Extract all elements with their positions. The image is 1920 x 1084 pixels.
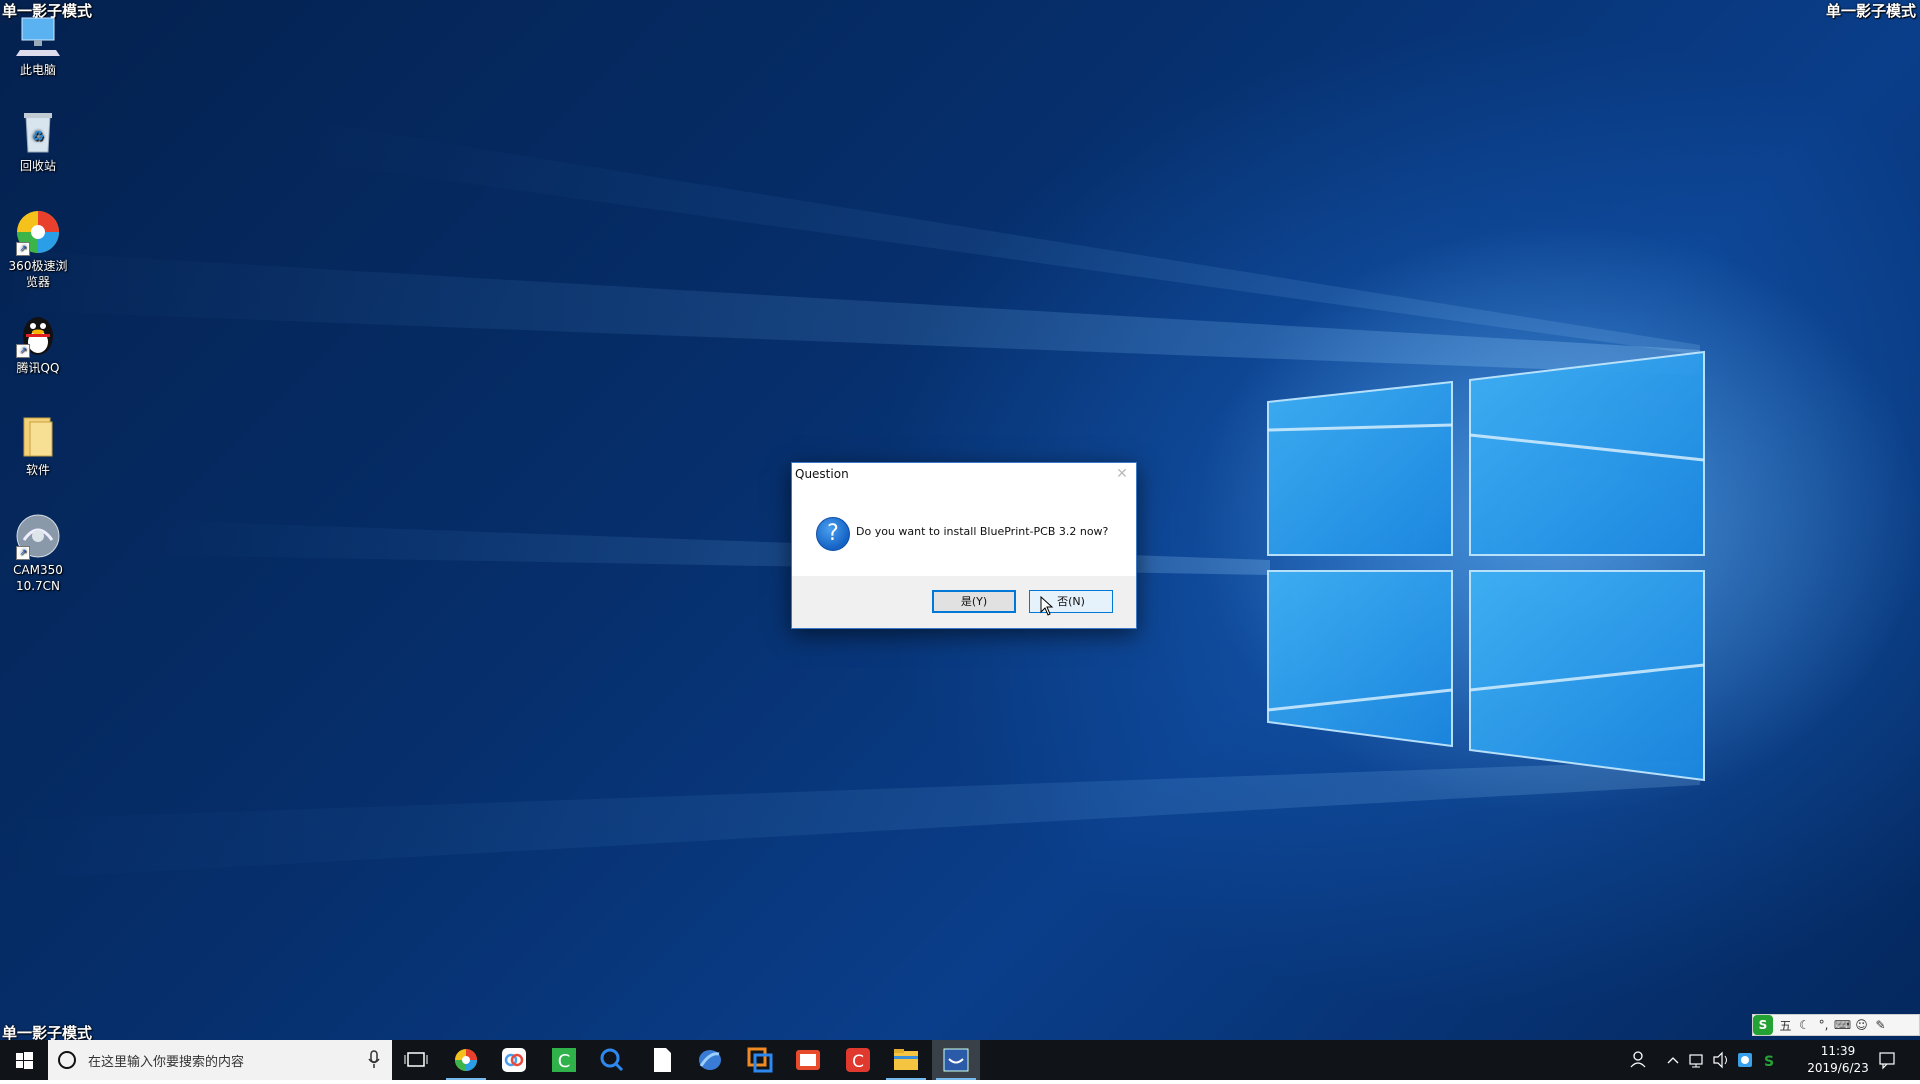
dialog-title: Question [795,467,849,481]
taskbar-app-red[interactable]: C [834,1040,882,1080]
dialog-message: Do you want to install BluePrint-PCB 3.2… [856,525,1109,538]
taskbar-app-camtasia[interactable]: C [540,1040,588,1080]
recycle-bin-icon: ♻ [14,108,62,156]
folder-icon [894,1049,918,1070]
taskbar-app-file-explorer[interactable] [882,1040,930,1080]
desktop-icon-label: 360极速浏览器 [8,259,68,289]
windows-logo-icon [16,1052,33,1069]
search-placeholder: 在这里输入你要搜索的内容 [88,1055,245,1070]
keyboard-icon[interactable]: ⌨ [1833,1018,1852,1032]
svg-text:S: S [1764,1054,1774,1070]
taskbar-app-document[interactable] [638,1040,686,1080]
watermark-top-right: 单一影子模式 [1825,2,1916,20]
action-center-button[interactable] [1872,1040,1902,1080]
microphone-icon[interactable] [368,1050,380,1070]
punctuation-icon[interactable]: °, [1814,1018,1833,1032]
desktop-icon-label: 腾讯QQ [16,361,60,375]
app-orange-icon [747,1047,773,1073]
user-icon[interactable]: ☺ [1852,1018,1871,1032]
sogou-logo-icon[interactable]: S [1753,1015,1773,1035]
clock-date: 2019/6/23 [1807,1061,1869,1075]
dialog-body: ? Do you want to install BluePrint-PCB 3… [792,487,1136,582]
desktop-icon-label: CAM350 10.7CN [13,563,63,593]
task-view-icon [404,1052,428,1067]
taskbar-app-360-browser[interactable] [442,1040,490,1080]
desktop-icon-cam350[interactable]: ↗ CAM350 10.7CN [4,512,72,594]
yes-button[interactable]: 是(Y) [932,590,1016,613]
clock-time: 11:39 [1820,1044,1856,1058]
folder-icon [14,412,62,460]
tray-app-icon [1738,1053,1752,1067]
baidu-netdisk-icon [502,1048,526,1072]
desktop-icon-label: 此电脑 [19,63,56,77]
sogou-ime-button[interactable]: S [1758,1040,1780,1080]
shortcut-arrow-icon: ↗ [16,242,30,256]
task-view-button[interactable] [392,1040,440,1080]
ime-toolbar[interactable]: S 五 ☾ °, ⌨ ☺ ✎ [1752,1014,1920,1036]
svg-text:♻: ♻ [32,129,45,145]
chevron-up-icon [1667,1057,1679,1064]
people-button[interactable] [1624,1040,1654,1080]
taskbar-search-box[interactable]: 在这里输入你要搜索的内容 [48,1040,392,1080]
half-width-icon[interactable]: ☾ [1795,1018,1814,1032]
app-blue-icon [699,1050,721,1070]
desktop-icon-label: 回收站 [19,159,56,173]
taskbar-app-baidu-netdisk[interactable] [490,1040,538,1080]
notification-icon [1879,1052,1895,1070]
desktop-icon-360-browser[interactable]: ↗ 360极速浏览器 [4,208,72,290]
desktop-icon-label: 软件 [25,463,50,477]
tools-icon[interactable]: ✎ [1871,1018,1890,1032]
360-browser-icon: ↗ [14,208,62,256]
taskbar-app-orange[interactable] [736,1040,784,1080]
camtasia-icon: C [552,1048,576,1072]
volume-icon [1713,1051,1727,1069]
shortcut-arrow-icon: ↗ [16,546,30,560]
desktop-icon-qq[interactable]: ↗ 腾讯QQ [4,310,72,376]
volume-button[interactable] [1710,1040,1732,1080]
wubi-mode-icon[interactable]: 五 [1776,1017,1795,1034]
search-tool-icon [600,1048,624,1072]
installer-icon [943,1048,969,1072]
svg-text:C: C [852,1052,864,1072]
dialog-titlebar[interactable]: Question ✕ [792,463,1136,487]
svg-text:C: C [558,1051,571,1072]
people-icon [1630,1051,1646,1068]
clock[interactable]: 11:39 2019/6/23 [1798,1043,1878,1077]
taskbar-app-installer[interactable] [932,1040,980,1080]
network-button[interactable] [1686,1040,1708,1080]
dialog-footer: 是(Y) 否(N) [792,576,1136,628]
close-icon[interactable]: ✕ [1114,465,1130,483]
qq-icon: ↗ [14,310,62,358]
question-icon: ? [816,517,850,551]
taskbar: 在这里输入你要搜索的内容 C C S 11:39 2019/6/23 [0,1040,1920,1080]
tray-app-button[interactable] [1734,1040,1756,1080]
app-red-orange-icon [796,1050,820,1070]
desktop-icon-recycle-bin[interactable]: ♻ 回收站 [4,108,72,174]
mouse-cursor-icon [1040,596,1054,616]
app-red-icon: C [846,1048,870,1072]
this-pc-icon [14,12,62,60]
360-browser-icon [455,1049,477,1071]
desktop-icon-this-pc[interactable]: 此电脑 [4,12,72,78]
cam350-icon: ↗ [14,512,62,560]
desktop: 单一影子模式 单一影子模式 单一影子模式 此电脑 ♻ 回收站 ↗ 360极速浏览… [0,0,1920,1080]
start-button[interactable] [0,1040,48,1080]
network-icon [1689,1054,1703,1068]
sogou-icon: S [1764,1054,1774,1070]
taskbar-app-search-tool[interactable] [588,1040,636,1080]
taskbar-app-red-orange[interactable] [784,1040,832,1080]
question-dialog: Question ✕ ? Do you want to install Blue… [791,462,1137,629]
desktop-icon-software-folder[interactable]: 软件 [4,412,72,478]
taskbar-app-blue[interactable] [686,1040,734,1080]
blank-document-icon [654,1048,671,1072]
cortana-icon [58,1051,76,1069]
show-hidden-icons-button[interactable] [1662,1040,1684,1080]
shortcut-arrow-icon: ↗ [16,344,30,358]
